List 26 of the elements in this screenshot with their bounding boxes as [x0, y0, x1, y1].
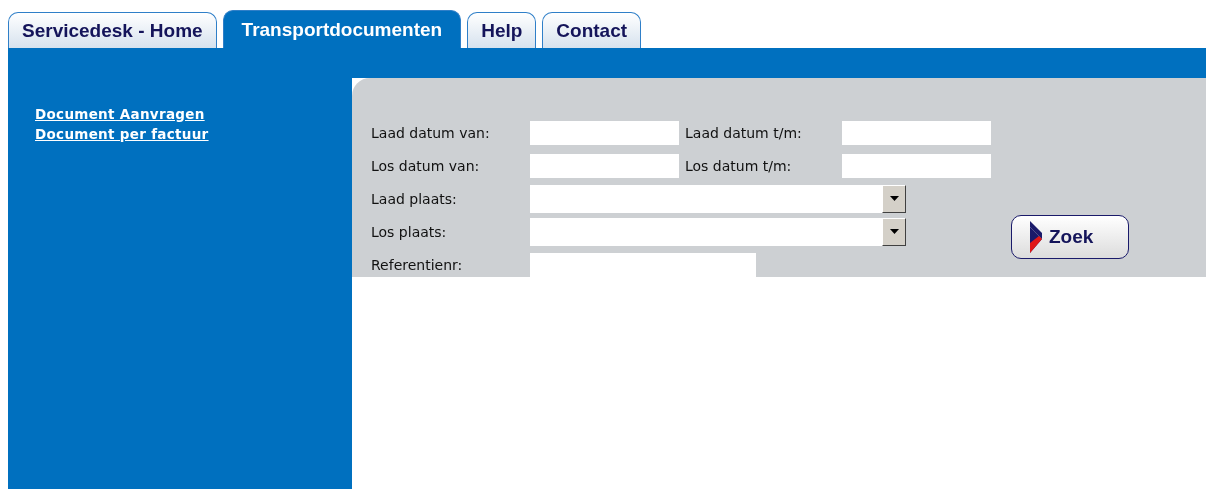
nav-tab[interactable]: Contact	[542, 12, 642, 48]
input-field[interactable]	[842, 153, 991, 178]
field-label: Referentienr:	[371, 256, 464, 273]
input-field[interactable]	[530, 120, 679, 145]
field-label: Los datum van:	[371, 157, 481, 174]
search-button[interactable]: Zoek	[1011, 215, 1129, 259]
dropdown-field[interactable]	[530, 217, 906, 246]
field-label: Los datum t/m:	[685, 157, 793, 174]
nav-tab[interactable]: Help	[467, 12, 537, 48]
field-label: Los plaats:	[371, 223, 448, 240]
caret-icon	[889, 196, 899, 201]
caret-icon	[889, 229, 899, 234]
chevron-icon	[1030, 221, 1043, 253]
field-label: Laad plaats:	[371, 190, 458, 207]
dropdown-button[interactable]	[882, 217, 906, 246]
nav-tab[interactable]: Servicedesk - Home	[8, 12, 217, 48]
dropdown-field[interactable]	[530, 184, 906, 213]
sidebar-link[interactable]: Document Aanvragen	[35, 104, 205, 124]
field-label: Laad datum t/m:	[685, 124, 803, 141]
input-field[interactable]	[530, 252, 756, 277]
input-field[interactable]	[842, 120, 991, 145]
nav-tab[interactable]: Transportdocumenten	[222, 10, 462, 48]
field-label: Laad datum van:	[371, 124, 491, 141]
sidebar-link[interactable]: Document per factuur	[35, 124, 209, 144]
dropdown-button[interactable]	[882, 184, 906, 213]
input-field[interactable]	[530, 153, 679, 178]
